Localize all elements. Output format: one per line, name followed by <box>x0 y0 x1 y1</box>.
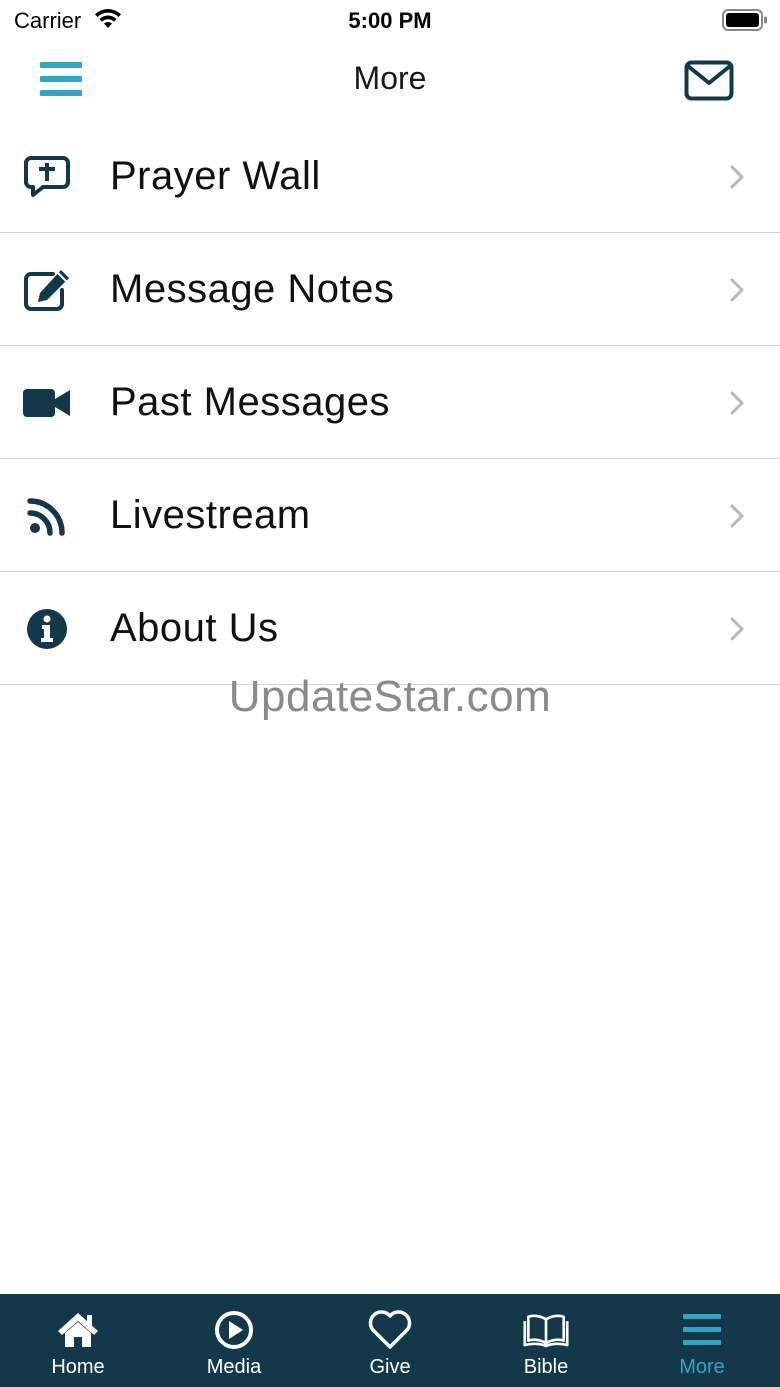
tab-media[interactable]: Media <box>156 1294 312 1387</box>
tab-bible[interactable]: Bible <box>468 1294 624 1387</box>
battery-icon <box>722 8 768 37</box>
rss-feed-icon <box>22 493 72 539</box>
tab-label: Bible <box>523 1356 569 1378</box>
tab-label: Home <box>51 1356 105 1378</box>
tab-label: Media <box>206 1356 262 1378</box>
video-camera-icon <box>22 380 72 426</box>
heart-icon <box>367 1310 413 1350</box>
chevron-right-icon <box>730 278 744 302</box>
menu-item-livestream[interactable]: Livestream <box>0 459 780 572</box>
home-icon <box>55 1310 101 1350</box>
envelope-icon[interactable] <box>684 60 734 102</box>
menu-item-past-messages[interactable]: Past Messages <box>0 346 780 459</box>
tab-label: Give <box>369 1356 411 1378</box>
tab-bar: Home Media Give Bible More <box>0 1294 780 1387</box>
hamburger-menu-icon <box>679 1310 725 1350</box>
menu-item-label: Message Notes <box>110 267 395 311</box>
status-time: 5:00 PM <box>348 8 432 33</box>
watermark-text: UpdateStar.com <box>228 672 552 721</box>
prayer-speech-bubble-icon <box>22 154 72 200</box>
more-menu-list: Prayer Wall Message Notes Past Messages … <box>0 120 780 685</box>
play-circle-icon <box>211 1310 257 1350</box>
open-book-icon <box>523 1310 569 1350</box>
tab-more[interactable]: More <box>624 1294 780 1387</box>
more-screen: Carrier 5:00 PM More Prayer Wall Message… <box>0 0 780 1387</box>
navigation-bar: More <box>0 44 780 120</box>
chevron-right-icon <box>730 165 744 189</box>
chevron-right-icon <box>730 391 744 415</box>
tab-give[interactable]: Give <box>312 1294 468 1387</box>
menu-item-label: About Us <box>110 606 279 650</box>
chevron-right-icon <box>730 617 744 641</box>
menu-item-prayer-wall[interactable]: Prayer Wall <box>0 120 780 233</box>
menu-item-label: Past Messages <box>110 380 390 424</box>
edit-note-icon <box>22 267 72 313</box>
chevron-right-icon <box>730 504 744 528</box>
info-icon <box>22 606 72 652</box>
menu-item-label: Prayer Wall <box>110 154 321 198</box>
status-bar: Carrier 5:00 PM <box>0 0 780 40</box>
menu-item-label: Livestream <box>110 493 311 537</box>
menu-item-message-notes[interactable]: Message Notes <box>0 233 780 346</box>
tab-home[interactable]: Home <box>0 1294 156 1387</box>
menu-item-about-us[interactable]: About Us <box>0 572 780 685</box>
tab-label: More <box>679 1356 725 1378</box>
page-title: More <box>353 60 427 96</box>
